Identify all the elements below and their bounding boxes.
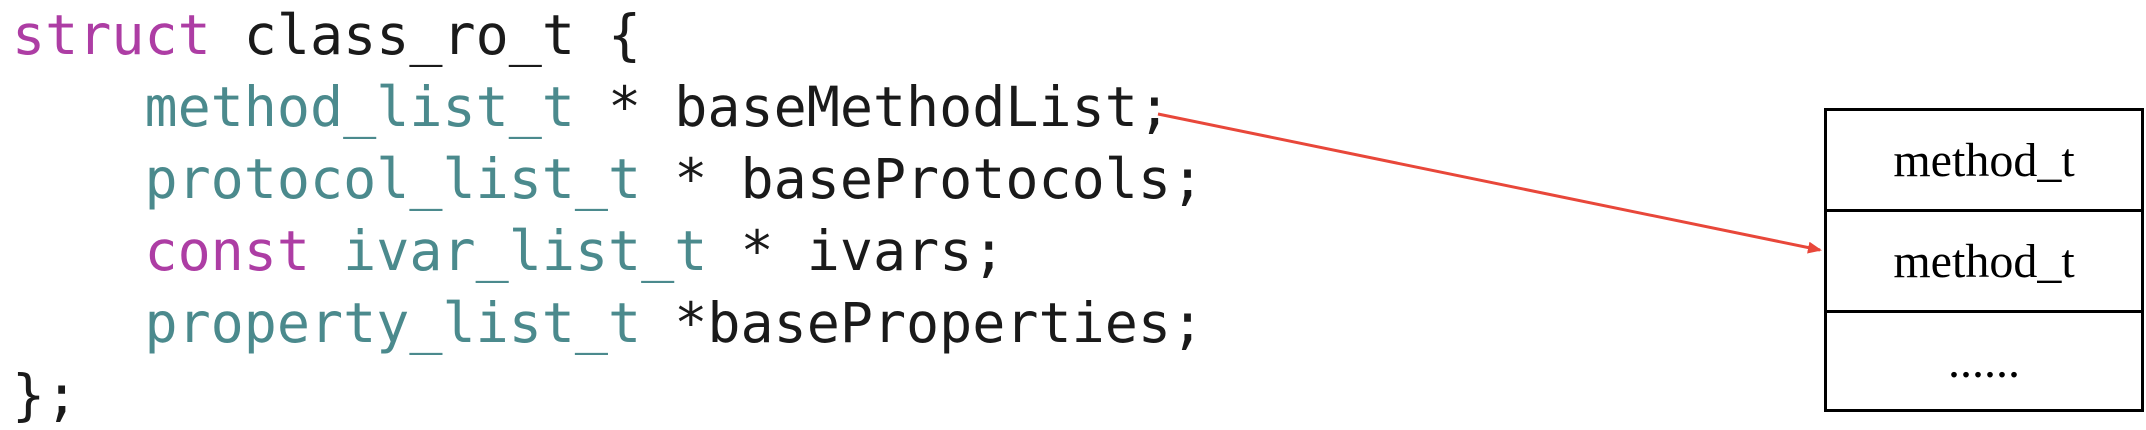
method-list-ellipsis-cell: ......	[1948, 334, 2020, 388]
method-list-cell: method_t	[1827, 111, 2141, 212]
pointer-arrow	[1157, 112, 1822, 254]
method-list-box: method_t method_t ......	[1824, 108, 2144, 412]
method-list-cell: method_t	[1827, 212, 2141, 313]
